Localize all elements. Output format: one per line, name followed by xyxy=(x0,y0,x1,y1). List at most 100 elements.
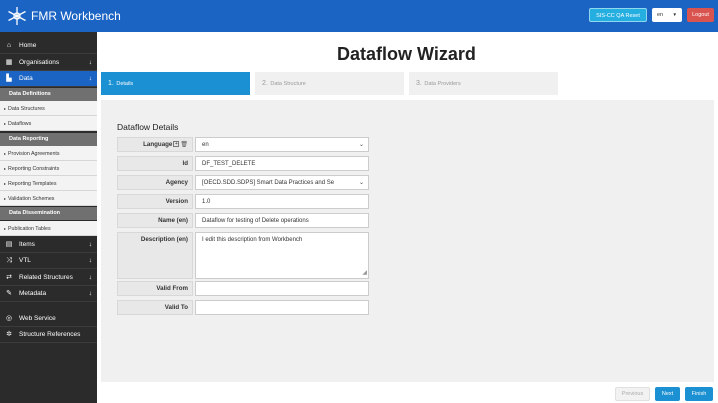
sidebar-item-validation-schemes[interactable]: ▸ Validation Schemes xyxy=(0,191,97,206)
caret-right-icon: ▸ xyxy=(4,106,7,111)
language-dropdown-value: en xyxy=(657,12,664,18)
logout-button[interactable]: Logout xyxy=(687,8,714,22)
name-label: Name (en) xyxy=(117,213,193,228)
main-content: Dataflow Wizard 1. Details 2. Data Struc… xyxy=(97,32,718,403)
app-title[interactable]: FMR Workbench xyxy=(31,9,121,23)
sidebar-item-publication-tables[interactable]: ▸ Publication Tables xyxy=(0,221,97,236)
step-number: 2. xyxy=(262,80,268,87)
environment-button[interactable]: SIS-CC QA Reset xyxy=(589,8,647,22)
home-icon: ⌂ xyxy=(6,42,12,49)
sidebar-item-label: Validation Schemes xyxy=(8,196,55,202)
valid-to-label: Valid To xyxy=(117,300,193,315)
globe-icon: ◎ xyxy=(5,315,13,322)
sidebar-item-reporting-templates[interactable]: ▸ Reporting Templates xyxy=(0,176,97,191)
snowflake-logo-icon[interactable] xyxy=(6,6,28,26)
sidebar-item-organisations[interactable]: ▦ Organisations ↓ xyxy=(0,55,97,71)
sidebar-item-label: Organisations xyxy=(19,59,60,66)
agency-select-value: [OECD.SDD.SDPS] Smart Data Practices and… xyxy=(202,180,335,186)
sidebar-item-structure-references[interactable]: ✲ Structure References xyxy=(0,327,97,343)
resize-handle-icon[interactable]: ◢ xyxy=(362,269,367,278)
sidebar-item-label: Reporting Constraints xyxy=(8,166,60,172)
caret-right-icon: ▸ xyxy=(4,121,7,126)
shuffle-icon: ⤨ xyxy=(6,257,12,264)
sidebar-item-vtl[interactable]: ⤨ VTL ↓ xyxy=(0,253,97,269)
arrow-down-icon: ↓ xyxy=(88,241,92,248)
finish-button[interactable]: Finish xyxy=(685,387,713,401)
previous-button[interactable]: Previous xyxy=(615,387,650,401)
sidebar-item-reporting-constraints[interactable]: ▸ Reporting Constraints xyxy=(0,161,97,176)
version-field[interactable]: 1.0 xyxy=(195,194,369,209)
sidebar-item-label: Structure References xyxy=(19,331,81,338)
sidebar-item-data-structures[interactable]: ▸ Data Structures xyxy=(0,101,97,116)
step-label: Data Structure xyxy=(270,81,306,87)
valid-to-field[interactable] xyxy=(195,300,369,315)
sidebar-item-dataflows[interactable]: ▸ Dataflows xyxy=(0,116,97,131)
language-dropdown[interactable]: en ▼ xyxy=(652,8,682,22)
language-select[interactable]: en ⌄ xyxy=(195,137,369,152)
agency-label: Agency xyxy=(117,175,193,190)
name-field[interactable]: Dataflow for testing of Delete operation… xyxy=(195,213,369,228)
sidebar-item-label: Items xyxy=(19,241,35,248)
cog-icon: ✲ xyxy=(6,331,12,338)
section-title: Dataflow Details xyxy=(117,122,179,132)
id-field[interactable]: DF_TEST_DELETE xyxy=(195,156,369,171)
wizard-step-data-structure[interactable]: 2. Data Structure xyxy=(255,72,404,95)
sidebar-item-items[interactable]: ▤ Items ↓ xyxy=(0,237,97,253)
building-icon: ▦ xyxy=(5,59,13,66)
sidebar-section-data-definitions: Data Definitions xyxy=(0,88,97,101)
dataflow-details-panel: Dataflow Details Language + 🗑 en ⌄ Id DF_TE… xyxy=(101,100,714,382)
sidebar-section-data-dissemination: Data Dissemination xyxy=(0,207,97,220)
sidebar-item-data[interactable]: ▙ Data ↓ xyxy=(0,71,97,87)
valid-from-label: Valid From xyxy=(117,281,193,296)
sidebar-item-label: Dataflows xyxy=(8,121,32,127)
sidebar-item-metadata[interactable]: ✎ Metadata ↓ xyxy=(0,286,97,302)
sidebar-section-data-reporting: Data Reporting xyxy=(0,133,97,146)
caret-right-icon: ▸ xyxy=(4,151,7,156)
add-language-icon[interactable]: + xyxy=(173,141,180,148)
sidebar: ⌂ Home ▦ Organisations ↓ ▙ Data ↓ Data D… xyxy=(0,32,97,403)
list-icon: ▤ xyxy=(5,241,13,248)
wizard-step-details[interactable]: 1. Details xyxy=(101,72,250,95)
description-text: I edit this description from Workbench xyxy=(202,237,303,243)
sidebar-item-label: Related Structures xyxy=(19,274,73,281)
sidebar-item-label: Data Structures xyxy=(8,106,45,112)
next-button[interactable]: Next xyxy=(655,387,680,401)
chevron-down-icon: ⌄ xyxy=(358,142,364,148)
version-label: Version xyxy=(117,194,193,209)
sidebar-item-label: Publication Tables xyxy=(8,226,51,232)
language-label-text: Language xyxy=(143,141,173,148)
chevron-down-icon: ⌄ xyxy=(358,180,364,186)
sidebar-item-home[interactable]: ⌂ Home xyxy=(0,38,97,54)
sidebar-item-related-structures[interactable]: ⇄ Related Structures ↓ xyxy=(0,270,97,286)
top-navbar: FMR Workbench SIS-CC QA Reset en ▼ Logou… xyxy=(0,0,718,32)
wizard-step-data-providers[interactable]: 3. Data Providers xyxy=(409,72,558,95)
sidebar-item-web-service[interactable]: ◎ Web Service xyxy=(0,311,97,327)
description-textarea[interactable]: I edit this description from Workbench ◢ xyxy=(195,232,369,279)
exchange-icon: ⇄ xyxy=(6,274,12,281)
step-label: Details xyxy=(116,81,134,87)
arrow-down-icon: ↓ xyxy=(88,75,92,82)
arrow-down-icon: ↓ xyxy=(88,257,92,264)
caret-right-icon: ▸ xyxy=(4,196,7,201)
arrow-down-icon: ↓ xyxy=(88,274,92,281)
sidebar-item-label: Data xyxy=(19,75,33,82)
arrow-down-icon: ↓ xyxy=(88,290,92,297)
id-label: Id xyxy=(117,156,193,171)
step-number: 3. xyxy=(416,80,422,87)
sidebar-item-label: Reporting Templates xyxy=(8,181,57,187)
step-label: Data Providers xyxy=(424,81,461,87)
sidebar-item-label: Metadata xyxy=(19,290,47,297)
sidebar-item-label: Provision Agreements xyxy=(8,151,60,157)
valid-from-field[interactable] xyxy=(195,281,369,296)
chart-icon: ▙ xyxy=(6,75,12,82)
page-title: Dataflow Wizard xyxy=(337,44,476,64)
language-select-value: en xyxy=(202,142,209,148)
agency-select[interactable]: [OECD.SDD.SDPS] Smart Data Practices and… xyxy=(195,175,369,190)
language-label: Language + 🗑 xyxy=(117,137,193,152)
sidebar-item-provision-agreements[interactable]: ▸ Provision Agreements xyxy=(0,146,97,161)
caret-right-icon: ▸ xyxy=(4,166,7,171)
arrow-down-icon: ↓ xyxy=(88,59,92,66)
trash-icon[interactable]: 🗑 xyxy=(180,138,188,152)
caret-down-icon: ▼ xyxy=(672,12,677,17)
caret-right-icon: ▸ xyxy=(4,181,7,186)
